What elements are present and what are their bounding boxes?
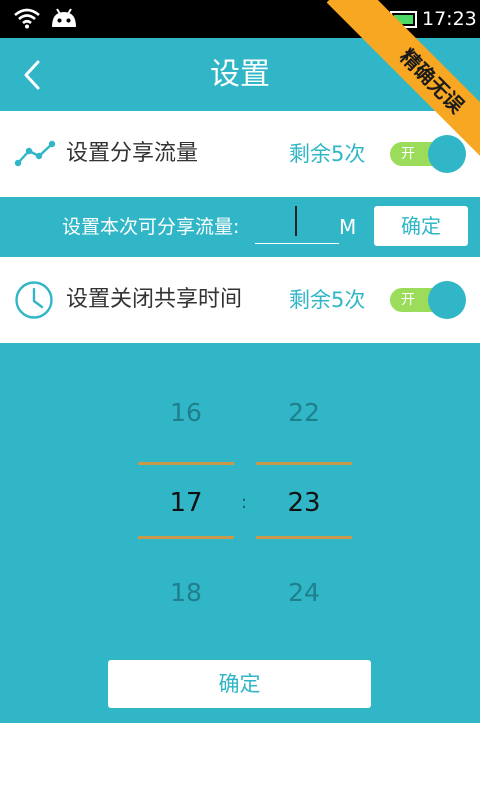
trend-line-icon: [14, 140, 56, 167]
close-time-toggle[interactable]: 开: [390, 281, 466, 319]
flow-confirm-button[interactable]: 确定: [374, 206, 468, 246]
toggle-on-label: 开: [401, 292, 415, 308]
hour-current[interactable]: 17: [138, 488, 234, 518]
battery-icon: [388, 11, 417, 28]
flow-share-remaining: 剩余5次: [289, 142, 366, 166]
time-picker-panel: 16 17 18 : 22 23 24 确定: [0, 343, 480, 723]
flow-share-toggle[interactable]: 开: [390, 135, 466, 173]
minute-selection-line-bottom: [256, 536, 352, 539]
toggle-knob: [428, 135, 466, 173]
close-time-remaining: 剩余5次: [289, 288, 366, 312]
clock-icon: [15, 281, 53, 319]
minute-selection-line-top: [256, 462, 352, 465]
hour-prev[interactable]: 16: [138, 398, 234, 427]
text-cursor: [295, 206, 297, 236]
android-icon: [52, 8, 76, 27]
hour-next[interactable]: 18: [138, 578, 234, 607]
hour-selection-line-top: [138, 462, 234, 465]
hour-selection-line-bottom: [138, 536, 234, 539]
minute-next[interactable]: 24: [256, 578, 352, 607]
close-time-title: 设置关闭共享时间: [66, 287, 243, 312]
minute-prev[interactable]: 22: [256, 398, 352, 427]
flow-amount-strip: 设置本次可分享流量: M 确定: [0, 197, 480, 257]
flow-amount-label: 设置本次可分享流量:: [62, 216, 240, 238]
toggle-on-label: 开: [401, 146, 415, 162]
minute-current[interactable]: 23: [256, 488, 352, 518]
header-bar: 设置: [0, 38, 480, 111]
page-title: 设置: [210, 57, 270, 92]
flow-share-title: 设置分享流量: [66, 141, 199, 166]
close-time-row: 设置关闭共享时间 剩余5次 开: [0, 257, 480, 343]
toggle-knob: [428, 281, 466, 319]
time-confirm-button[interactable]: 确定: [108, 660, 371, 708]
flow-amount-input[interactable]: [255, 205, 339, 244]
flow-amount-unit: M: [339, 215, 357, 239]
flow-share-row: 设置分享流量 剩余5次 开: [0, 111, 480, 197]
time-separator: :: [241, 492, 248, 513]
status-bar: 17:23: [0, 0, 480, 38]
status-time: 17:23: [422, 8, 477, 30]
wifi-icon: [14, 8, 40, 29]
